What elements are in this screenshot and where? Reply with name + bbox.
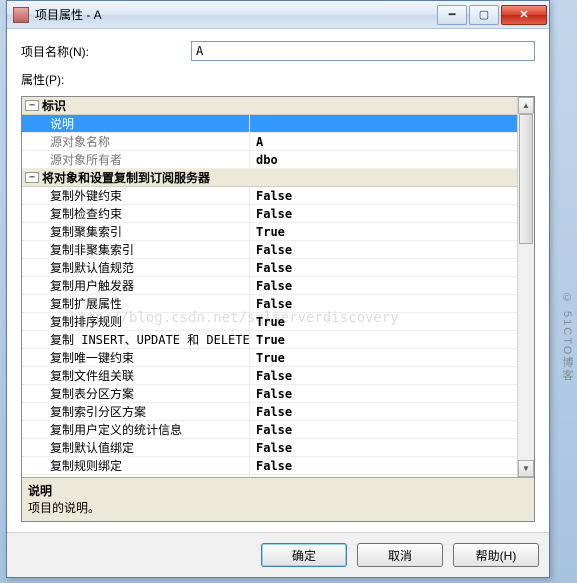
property-row[interactable]: 说明: [22, 115, 517, 133]
scroll-thumb[interactable]: [519, 114, 533, 244]
property-row[interactable]: 复制排序规则True: [22, 313, 517, 331]
minimize-button[interactable]: ━: [437, 5, 467, 25]
property-label: 复制表分区方案: [22, 385, 250, 402]
property-value[interactable]: False: [250, 277, 517, 294]
property-value[interactable]: True: [250, 223, 517, 240]
help-button[interactable]: 帮助(H): [453, 543, 539, 567]
maximize-button[interactable]: ▢: [469, 5, 499, 25]
property-label: 复制扩展属性: [22, 295, 250, 312]
property-label: 复制 INSERT、UPDATE 和 DELETE 存储: [22, 331, 250, 348]
description-panel: 说明 项目的说明。: [22, 477, 534, 521]
description-title: 说明: [28, 482, 528, 499]
property-value[interactable]: False: [250, 385, 517, 402]
property-label: 复制排序规则: [22, 313, 250, 330]
description-text: 项目的说明。: [28, 499, 528, 516]
attributes-label: 属性(P):: [21, 71, 535, 88]
titlebar[interactable]: 项目属性 - A ━ ▢ ✕: [7, 1, 549, 29]
property-label: 源对象所有者: [22, 151, 250, 168]
property-label: 复制聚集索引: [22, 223, 250, 240]
property-value[interactable]: False: [250, 421, 517, 438]
property-label: 复制索引分区方案: [22, 403, 250, 420]
property-row[interactable]: 复制用户触发器False: [22, 277, 517, 295]
property-row[interactable]: 复制表分区方案False: [22, 385, 517, 403]
property-row[interactable]: 复制用户定义的统计信息False: [22, 421, 517, 439]
cancel-button[interactable]: 取消: [357, 543, 443, 567]
property-label: 复制非聚集索引: [22, 241, 250, 258]
category-header[interactable]: −将对象和设置复制到订阅服务器: [22, 169, 517, 187]
property-value[interactable]: A: [250, 133, 517, 150]
property-row[interactable]: 复制唯一键约束True: [22, 349, 517, 367]
property-row[interactable]: 复制 INSERT、UPDATE 和 DELETE 存储True: [22, 331, 517, 349]
property-value[interactable]: False: [250, 259, 517, 276]
property-value[interactable]: True: [250, 313, 517, 330]
property-row[interactable]: 复制索引分区方案False: [22, 403, 517, 421]
property-value[interactable]: False: [250, 187, 517, 204]
category-label: 标识: [42, 97, 66, 114]
name-input[interactable]: [191, 41, 535, 61]
category-header[interactable]: −标识: [22, 97, 517, 115]
property-row[interactable]: 复制默认值绑定False: [22, 439, 517, 457]
property-value[interactable]: True: [250, 331, 517, 348]
name-label: 项目名称(N):: [21, 43, 191, 60]
property-label: 复制用户定义的统计信息: [22, 421, 250, 438]
property-row[interactable]: 复制聚集索引True: [22, 223, 517, 241]
property-label: 说明: [22, 115, 250, 132]
property-label: 复制默认值绑定: [22, 439, 250, 456]
ok-button[interactable]: 确定: [261, 543, 347, 567]
close-button[interactable]: ✕: [501, 5, 547, 25]
property-value[interactable]: False: [250, 367, 517, 384]
property-grid: −标识说明源对象名称A源对象所有者dbo−将对象和设置复制到订阅服务器复制外键约…: [21, 96, 535, 522]
property-row[interactable]: 复制检查约束False: [22, 205, 517, 223]
property-row[interactable]: 复制文件组关联False: [22, 367, 517, 385]
property-row[interactable]: 复制规则绑定False: [22, 457, 517, 475]
property-row[interactable]: 复制非聚集索引False: [22, 241, 517, 259]
property-label: 复制文件组关联: [22, 367, 250, 384]
property-row[interactable]: 源对象名称A: [22, 133, 517, 151]
property-value[interactable]: False: [250, 439, 517, 456]
scrollbar[interactable]: ▲ ▼: [517, 97, 534, 477]
scroll-up-icon[interactable]: ▲: [518, 97, 534, 114]
property-row[interactable]: 源对象所有者dbo: [22, 151, 517, 169]
window-title: 项目属性 - A: [35, 6, 437, 23]
property-label: 源对象名称: [22, 133, 250, 150]
category-label: 将对象和设置复制到订阅服务器: [42, 169, 210, 186]
property-label: 复制规则绑定: [22, 457, 250, 474]
property-value[interactable]: [250, 115, 517, 132]
property-value[interactable]: False: [250, 241, 517, 258]
property-label: 复制默认值规范: [22, 259, 250, 276]
dialog-window: 项目属性 - A ━ ▢ ✕ 项目名称(N): 属性(P): −标识说明源对象名…: [6, 0, 550, 578]
property-value[interactable]: dbo: [250, 151, 517, 168]
property-row[interactable]: 复制外键约束False: [22, 187, 517, 205]
scroll-down-icon[interactable]: ▼: [518, 460, 534, 477]
property-value[interactable]: False: [250, 295, 517, 312]
collapse-icon[interactable]: −: [25, 172, 39, 183]
property-value[interactable]: True: [250, 349, 517, 366]
property-label: 复制外键约束: [22, 187, 250, 204]
property-value[interactable]: False: [250, 457, 517, 474]
property-value[interactable]: False: [250, 205, 517, 222]
property-label: 复制唯一键约束: [22, 349, 250, 366]
button-bar: 确定 取消 帮助(H): [7, 532, 549, 577]
app-icon: [13, 7, 29, 23]
property-row[interactable]: 复制默认值规范False: [22, 259, 517, 277]
property-label: 复制用户触发器: [22, 277, 250, 294]
collapse-icon[interactable]: −: [25, 100, 39, 111]
property-row[interactable]: 复制扩展属性False: [22, 295, 517, 313]
property-label: 复制检查约束: [22, 205, 250, 222]
side-label: © 51CTO博客: [559, 292, 575, 382]
property-value[interactable]: False: [250, 403, 517, 420]
